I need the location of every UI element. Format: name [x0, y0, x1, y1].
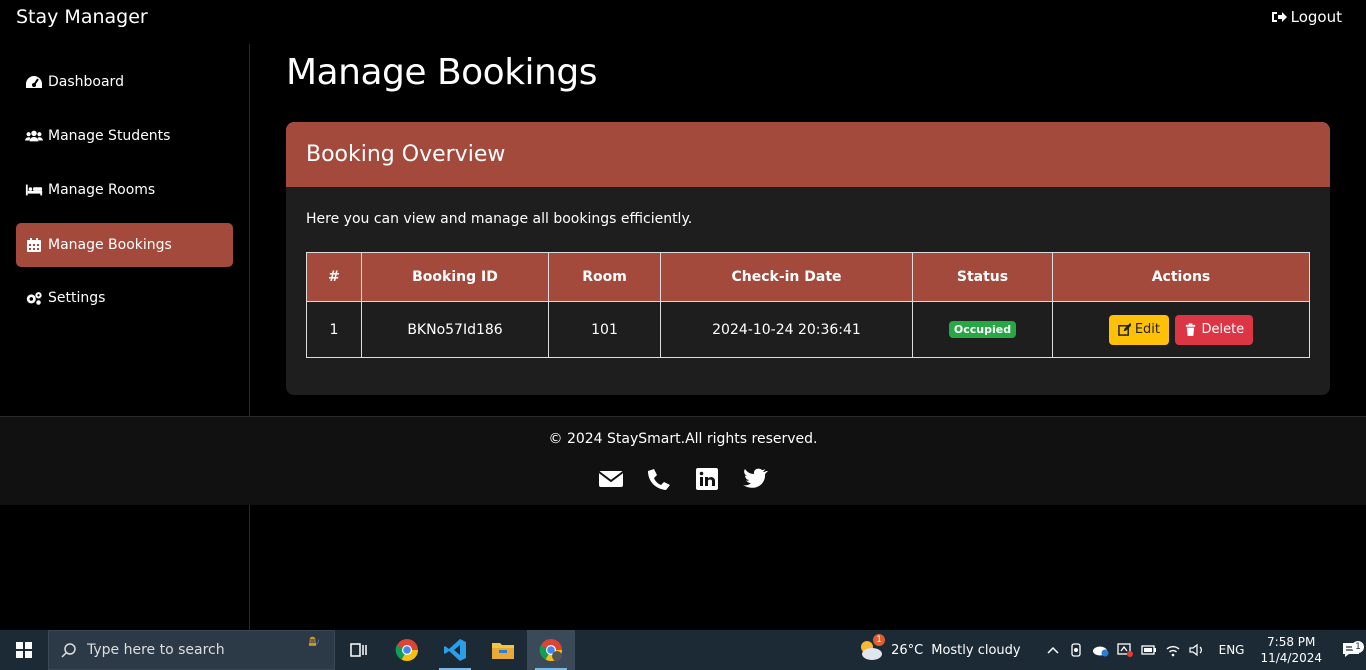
vscode-icon — [444, 639, 466, 661]
onedrive-tray-icon[interactable] — [1089, 630, 1113, 670]
column-header-status: Status — [912, 252, 1053, 302]
table-header-row: # Booking ID Room Check-in Date Status A… — [306, 252, 1310, 302]
envelope-icon[interactable] — [598, 467, 624, 491]
show-hidden-icons-button[interactable] — [1041, 630, 1065, 670]
users-icon — [25, 130, 43, 142]
security-tray-icon[interactable] — [1113, 630, 1137, 670]
sidebar-item-label: Manage Students — [48, 128, 171, 144]
edit-label: Edit — [1134, 322, 1160, 337]
delete-label: Delete — [1201, 322, 1245, 337]
bed-icon — [25, 184, 43, 196]
social-links — [0, 467, 1366, 491]
top-navbar: Stay Manager Logout — [0, 0, 1366, 36]
footer: © 2024 StaySmart.All rights reserved. — [0, 416, 1366, 505]
cell-actions: Edit Delete — [1052, 301, 1310, 358]
language-indicator[interactable]: ENG — [1219, 643, 1245, 657]
booking-overview-card: Booking Overview Here you can view and m… — [286, 122, 1330, 395]
page-title: Manage Bookings — [286, 52, 597, 93]
cell-number: 1 — [306, 301, 362, 358]
logout-label: Logout — [1290, 8, 1342, 26]
defender-alert-icon — [1116, 643, 1133, 657]
meet-now-tray-icon[interactable] — [1065, 630, 1089, 670]
battery-icon — [1140, 645, 1156, 655]
sign-out-icon — [1271, 12, 1287, 22]
edit-icon — [1117, 323, 1131, 336]
sidebar-item-label: Manage Rooms — [48, 182, 156, 198]
sidebar-item-settings[interactable]: Settings — [16, 276, 233, 320]
sidebar-item-bookings[interactable]: Manage Bookings — [16, 223, 233, 267]
linkedin-icon[interactable] — [694, 467, 720, 491]
status-badge: Occupied — [948, 321, 1017, 338]
weather-alert-badge: 1 — [873, 634, 886, 646]
speaker-icon — [1189, 643, 1202, 657]
wifi-tray-icon[interactable] — [1161, 630, 1185, 670]
folder-icon — [492, 643, 514, 659]
copyright-text: © 2024 StaySmart.All rights reserved. — [548, 431, 818, 447]
clock-time: 7:58 PM — [1267, 635, 1316, 649]
card-header: Booking Overview — [286, 122, 1330, 187]
task-view-button[interactable] — [335, 630, 383, 670]
chevron-up-icon — [1047, 646, 1059, 654]
taskbar-chrome-active[interactable] — [527, 630, 575, 670]
cell-booking-id: BKNo57Id186 — [361, 301, 549, 358]
notification-count-badge: 1 — [1352, 641, 1364, 653]
taskbar-vscode[interactable] — [431, 630, 479, 670]
os-taskbar: Type here to search 1 26°C Mostly cloudy — [0, 630, 1366, 670]
card-description: Here you can view and manage all booking… — [306, 211, 693, 227]
taskbar-chrome[interactable] — [383, 630, 431, 670]
taskbar-clock[interactable]: 7:58 PM 11/4/2024 — [1260, 634, 1322, 666]
chrome-profile-icon — [539, 639, 562, 661]
clock-date: 11/4/2024 — [1260, 651, 1322, 665]
calendar-icon — [27, 238, 41, 252]
sidebar-item-label: Settings — [48, 290, 106, 306]
weather-description: Mostly cloudy — [931, 642, 1021, 658]
column-header-actions: Actions — [1052, 252, 1310, 302]
search-icon — [61, 643, 76, 658]
sidebar-item-rooms[interactable]: Manage Rooms — [16, 168, 233, 212]
sidebar-item-label: Dashboard — [48, 74, 124, 90]
battery-tray-icon[interactable] — [1137, 630, 1161, 670]
delete-button[interactable]: Delete — [1175, 314, 1254, 345]
cloudy-weather-icon: 1 — [857, 634, 886, 662]
windows-logo-icon — [16, 642, 32, 658]
task-view-icon — [350, 643, 367, 657]
taskbar-search-box[interactable]: Type here to search — [48, 630, 335, 670]
column-header-booking-id: Booking ID — [361, 252, 549, 302]
column-header-number: # — [306, 252, 362, 302]
table-row: 1 BKNo57Id186 101 2024-10-24 20:36:41 Oc… — [306, 301, 1310, 358]
edit-button[interactable]: Edit — [1108, 314, 1169, 345]
twitter-icon[interactable] — [742, 467, 768, 491]
sidebar-item-dashboard[interactable]: Dashboard — [16, 60, 233, 104]
sidebar: Dashboard Manage Students Manage Rooms M… — [0, 44, 250, 630]
wifi-icon — [1166, 646, 1180, 657]
search-placeholder: Type here to search — [87, 642, 225, 658]
windows-start-button[interactable] — [0, 630, 48, 670]
phone-icon[interactable] — [646, 467, 672, 491]
logout-link[interactable]: Logout — [1271, 8, 1342, 26]
cloud-sync-icon — [1092, 646, 1109, 657]
system-tray: 1 26°C Mostly cloudy ENG 7:58 PM 11/4/20… — [857, 630, 1366, 670]
sidebar-item-students[interactable]: Manage Students — [16, 114, 233, 158]
app-brand[interactable]: Stay Manager — [16, 6, 148, 28]
bookings-table: # Booking ID Room Check-in Date Status A… — [306, 252, 1310, 358]
taskbar-file-explorer[interactable] — [479, 630, 527, 670]
cell-status: Occupied — [912, 301, 1053, 358]
column-header-room: Room — [548, 252, 661, 302]
camera-icon — [1070, 643, 1081, 657]
pharaoh-search-highlight-icon — [308, 636, 319, 646]
action-center-button[interactable]: 1 — [1336, 641, 1366, 659]
chrome-icon — [395, 639, 418, 661]
weather-temperature: 26°C — [891, 642, 924, 658]
volume-tray-icon[interactable] — [1185, 630, 1209, 670]
column-header-checkin: Check-in Date — [660, 252, 913, 302]
gauge-icon — [26, 76, 42, 88]
cell-checkin: 2024-10-24 20:36:41 — [660, 301, 913, 358]
weather-widget[interactable]: 1 26°C Mostly cloudy — [857, 634, 1021, 662]
sidebar-item-label: Manage Bookings — [48, 237, 172, 253]
cogs-icon — [26, 292, 42, 305]
trash-icon — [1186, 323, 1196, 336]
cell-room: 101 — [548, 301, 661, 358]
